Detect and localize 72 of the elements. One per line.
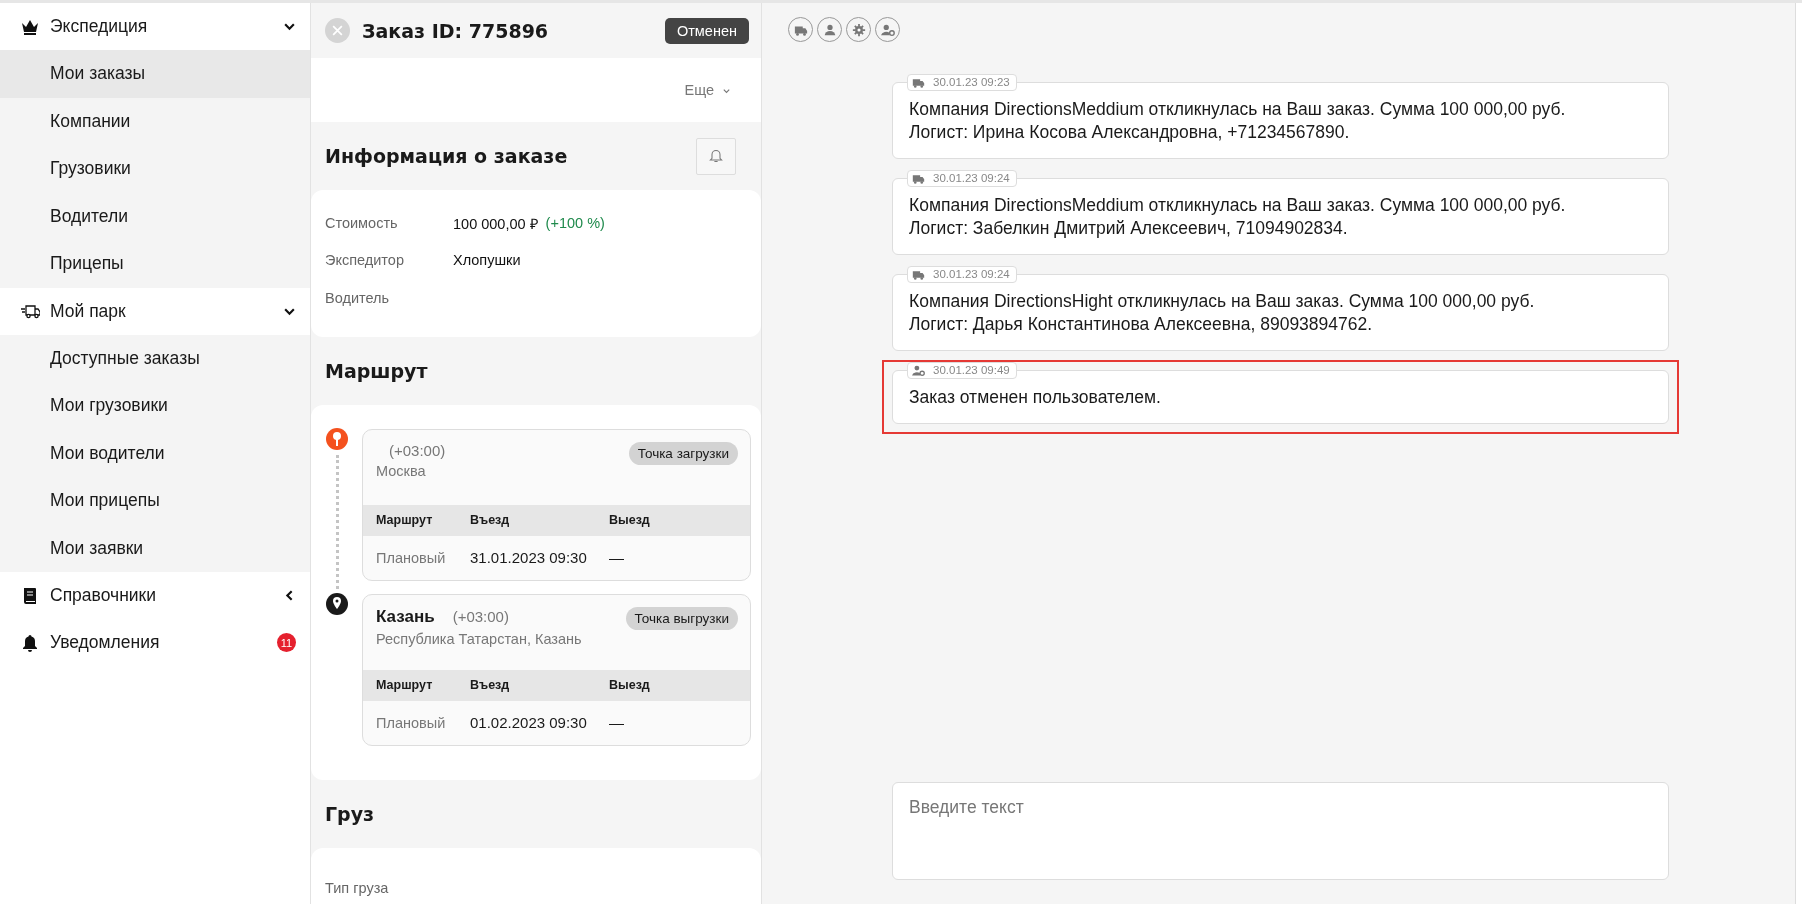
table-cell-text: Плановый [376,714,447,731]
sidebar-item[interactable]: Компании [0,97,310,145]
column-header: Въезд [470,678,511,692]
stop-type-tag: Точка загрузки [628,441,738,465]
close-icon [331,24,344,37]
truck-icon [912,172,925,185]
location-pin-icon [325,591,349,616]
sidebar-item[interactable]: Мои заявки [0,524,310,572]
column-header: Въезд [470,513,511,527]
field-label: Водитель [325,289,391,306]
truck-icon [912,76,925,89]
sidebar-item[interactable]: Мои прицепы [0,477,310,525]
sidebar-group-item[interactable]: Мой парк [0,287,310,335]
sidebar-item[interactable]: Мои заказы [0,50,310,98]
user-settings-button[interactable] [875,17,900,42]
timestamp-text: 30.01.23 09:24 [933,171,1010,186]
sidebar-item[interactable]: Прицепы [0,240,310,288]
column-header: Выезд [609,513,651,527]
sidebar-item[interactable]: Водители [0,192,310,240]
address-text: Москва [376,462,427,479]
settings-button[interactable] [846,17,871,42]
table-cell-text: 01.02.2023 09:30 [470,714,588,731]
section-title: Груз [325,802,375,825]
sidebar-group-item[interactable]: Экспедиция [0,3,310,50]
field-label: Экспедитор [325,252,405,269]
bell-icon [708,148,724,164]
city-name: Казань [376,606,435,626]
timestamp-text: 30.01.23 09:49 [933,363,1010,378]
stop-type-tag: Точка выгрузки [625,606,738,630]
order-title: Заказ ID: 775896 [362,19,550,42]
field-label: Тип груза [325,880,390,897]
column-header: Выезд [609,678,651,692]
bell-icon [20,632,40,653]
timestamp-text: 30.01.23 09:24 [933,267,1010,282]
sidebar-group-item[interactable]: Уведомления 11 [0,619,310,666]
table-cell-text: — [609,549,625,566]
sidebar-item[interactable]: Мои водители [0,429,310,477]
message-text: Компания DirectionsMeddium откликнулась на Ваш заказ. Сумма 100 000,00 руб. Логист: Забелкин Дмитрий Алексеевич, 71094902834. [909,195,1566,238]
message-input[interactable]: Введите текст [892,782,1669,880]
pin-icon [325,426,349,451]
more-button[interactable]: Еще [684,82,731,98]
column-header: Маршрут [376,678,434,692]
truck-filter-button[interactable] [788,17,813,42]
timezone-text: (+03:00) [389,441,446,459]
user-gear-icon [912,364,925,377]
settings-icon [851,22,866,37]
timezone-text: (+03:00) [452,607,509,625]
timestamp-text: 30.01.23 09:23 [933,75,1010,90]
sidebar-item[interactable]: Грузовики [0,145,310,193]
message-text: Заказ отменен пользователем. [909,387,1161,407]
user-icon [822,22,837,37]
truck-icon [912,268,925,281]
field-value: 100 000,00 ₽ [453,214,538,233]
message-text: Компания DirectionsMeddium откликнулась на Ваш заказ. Сумма 100 000,00 руб. Логист: Ирина Косова Александровна, +71234567890. [909,99,1566,142]
field-value: Хлопушки [453,252,521,269]
user-filter-button[interactable] [817,17,842,42]
column-header: Маршрут [376,513,434,527]
sidebar-item[interactable]: Доступные заказы [0,334,310,382]
address-text: Республика Татарстан, Казань [376,630,582,647]
table-cell-text: 31.01.2023 09:30 [470,549,588,566]
message-text: Компания DirectionsHight откликнулась на Ваш заказ. Сумма 100 000,00 руб. Логист: Дарья Константинова Алексеевна, 89093894762. [909,291,1535,334]
field-label: Стоимость [325,214,399,231]
count-badge: 11 [277,633,296,652]
sidebar-group-item[interactable]: Справочники [0,572,310,619]
change-value: (+100 %) [545,214,605,231]
user-gear-icon [880,22,895,37]
status-badge: Отменен [664,17,749,44]
section-title: Информация о заказе [325,145,568,167]
sidebar-item[interactable]: Мои грузовики [0,382,310,430]
section-title: Маршрут [325,359,428,382]
table-cell-text: Плановый [376,549,447,566]
table-cell-text: — [609,714,625,731]
